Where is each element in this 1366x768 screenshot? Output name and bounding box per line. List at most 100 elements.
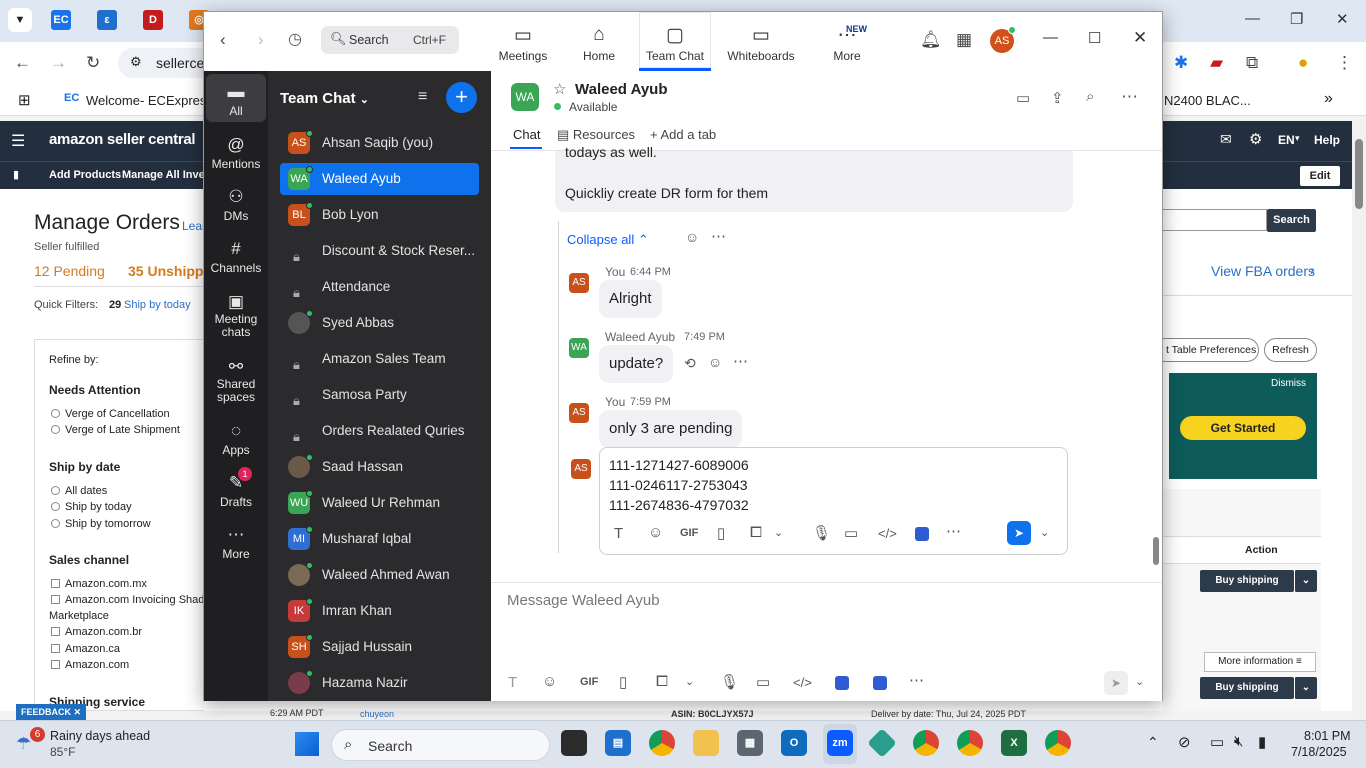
menu-dots-icon[interactable]: ⋮ [1336, 53, 1353, 73]
header-avatar[interactable]: WA [511, 83, 539, 111]
clock-time[interactable]: 8:01 PM [1304, 729, 1351, 743]
toolbar-more-icon[interactable]: ⋯ [946, 522, 961, 540]
forward-icon[interactable]: → [50, 53, 67, 73]
nav-home[interactable]: ⌂ Home [568, 12, 630, 71]
message-more-icon[interactable]: ⋯ [733, 352, 748, 370]
edit-shortcuts-button[interactable]: Edit [1300, 166, 1340, 186]
browser-restore-icon[interactable]: ❐ [1290, 10, 1303, 28]
contact-item[interactable]: 🔒︎ Attendance [280, 271, 479, 303]
message-bubble[interactable]: update? [599, 345, 674, 383]
message-reaction-icon[interactable]: ☺ [708, 354, 722, 370]
order-search-input[interactable] [1163, 209, 1267, 231]
battery-icon[interactable]: ▮ [1258, 733, 1266, 751]
zoom-forward-icon[interactable]: › [258, 30, 264, 50]
chat-scrollbar[interactable] [1152, 151, 1160, 581]
verge-late-option[interactable]: Verge of Late Shipment [51, 424, 180, 436]
screenshot-chevron-icon[interactable]: ⌄ [774, 526, 783, 539]
star-icon[interactable]: ☆ [553, 80, 566, 98]
video-message-icon[interactable]: ▭ [844, 524, 858, 542]
profile-ext-icon[interactable]: ● [1298, 53, 1308, 73]
more-information-button[interactable]: More information ≡ [1204, 652, 1316, 672]
channel-option-mx[interactable]: Amazon.com.mx [51, 578, 147, 590]
compose-emoji-icon[interactable]: ☺ [542, 673, 557, 690]
chat-search-icon[interactable]: ⌕ [1086, 88, 1094, 105]
help-link[interactable]: Help [1314, 133, 1340, 147]
rail-apps[interactable]: ◌ Apps [206, 421, 266, 457]
calendar-icon[interactable]: ▦ [956, 30, 972, 50]
rail-all[interactable]: ▬ All [206, 74, 266, 122]
view-fba-link[interactable]: View FBA orders [1211, 263, 1315, 279]
zoom-search-box[interactable]: 🔍︎ Search Ctrl+F [321, 26, 459, 54]
pdf-icon[interactable]: ▰ [1210, 53, 1223, 73]
emoji-icon[interactable]: ☺ [648, 524, 663, 541]
taskbar-search[interactable]: ⌕ Search [331, 729, 550, 761]
contact-item[interactable]: 🔒︎ Discount & Stock Reser... [280, 235, 479, 267]
send-options-chevron-icon[interactable]: ⌄ [1040, 526, 1049, 539]
extension-icon[interactable]: ✱ [1174, 53, 1188, 73]
screenshot-icon[interactable]: ⧠ [750, 524, 762, 541]
message-avatar[interactable]: WA [569, 338, 589, 358]
channel-option-com[interactable]: Amazon.com [51, 659, 129, 671]
scrollbar-thumb[interactable] [1355, 139, 1363, 209]
tab-resources[interactable]: ▤ Resources [557, 127, 635, 143]
puzzle-icon[interactable]: ⧉ [1246, 53, 1258, 73]
rail-more[interactable]: ⋯ More [206, 525, 266, 561]
back-icon[interactable]: ← [14, 53, 31, 73]
contact-item[interactable]: Saad Hassan [280, 451, 479, 483]
channel-option-ca[interactable]: Amazon.ca [51, 643, 120, 655]
share-screen-icon[interactable]: ⇪ [1051, 89, 1064, 107]
contact-item[interactable]: WU Waleed Ur Rehman [280, 487, 479, 519]
ec-tab-icon[interactable]: EC [51, 10, 71, 30]
app-icon[interactable] [915, 527, 929, 541]
channel-option-invoicing[interactable]: Amazon.com Invoicing Shado [51, 594, 211, 606]
rail-dms[interactable]: ⚇ DMs [206, 187, 266, 223]
apps-grid-icon[interactable]: ⊞ [18, 91, 31, 109]
language-select[interactable]: EN [1278, 133, 1295, 147]
add-reaction-icon[interactable]: ☺ [685, 229, 699, 245]
bookmark-ec[interactable]: Welcome- ECExpres... [86, 93, 217, 108]
manage-inventory-link[interactable]: Manage All Invent [122, 169, 215, 181]
get-started-button[interactable]: Get Started [1180, 416, 1306, 440]
compose-input[interactable]: Message Waleed Ayub [507, 592, 660, 609]
browser-close-icon[interactable]: ✕ [1336, 10, 1349, 28]
rail-shared-spaces[interactable]: ⚯ Shared spaces [206, 356, 266, 404]
bookmark-right[interactable]: N2400 BLAC... [1164, 93, 1251, 108]
buy-shipping-dropdown-1[interactable]: ⌄ [1294, 570, 1317, 592]
message-avatar[interactable]: AS [569, 403, 589, 423]
gif-button[interactable]: GIF [680, 527, 698, 539]
order-buyer-link[interactable]: chuyeon [360, 709, 394, 719]
compose-screenshot-chevron-icon[interactable]: ⌄ [685, 675, 694, 688]
zoom-minimize-icon[interactable]: — [1043, 29, 1058, 46]
chrome-profile-4-icon[interactable] [1045, 730, 1071, 756]
compose-more-icon[interactable]: ⋯ [909, 671, 924, 689]
save-edit-button[interactable]: ➤ [1007, 521, 1031, 545]
chrome-profile-2-icon[interactable] [913, 730, 939, 756]
amazon-logo[interactable]: amazon seller central [49, 131, 196, 148]
reply-icon[interactable]: ⟲ [684, 355, 696, 372]
app-tab-icon[interactable]: ε [97, 10, 117, 30]
order-search-button[interactable]: Search [1267, 209, 1316, 232]
rail-channels[interactable]: # Channels [206, 239, 266, 275]
start-button[interactable] [295, 732, 319, 756]
taskview-icon[interactable] [561, 730, 587, 756]
calculator-icon[interactable]: ▦ [737, 730, 763, 756]
chrome-icon[interactable] [649, 730, 675, 756]
message-bubble[interactable]: Alright [599, 280, 662, 318]
rail-meeting-chats[interactable]: ▣ Meeting chats [206, 291, 266, 339]
code-icon[interactable]: </> [878, 526, 897, 541]
thread-more-icon[interactable]: ⋯ [711, 227, 726, 245]
compose-format-icon[interactable]: T [508, 674, 517, 691]
nav-more[interactable]: ⋯ More [819, 12, 875, 71]
weather-title[interactable]: Rainy days ahead [50, 729, 150, 743]
unshipped-tab[interactable]: 35 Unshipp [128, 263, 203, 279]
contact-item[interactable]: WA Waleed Ayub [280, 163, 479, 195]
message-avatar[interactable]: AS [569, 273, 589, 293]
history-icon[interactable]: ◷ [288, 29, 302, 49]
video-call-icon[interactable]: ▭ [1016, 89, 1030, 107]
contact-item[interactable]: 🔒︎ Samosa Party [280, 379, 479, 411]
tab-chat[interactable]: Chat [513, 127, 540, 142]
excel-icon[interactable]: X [1001, 730, 1027, 756]
table-preferences-button[interactable]: t Table Preferences [1163, 338, 1259, 362]
compose-screenshot-icon[interactable]: ⧠ [656, 673, 668, 690]
send-chevron-icon[interactable]: ⌄ [1135, 675, 1144, 688]
